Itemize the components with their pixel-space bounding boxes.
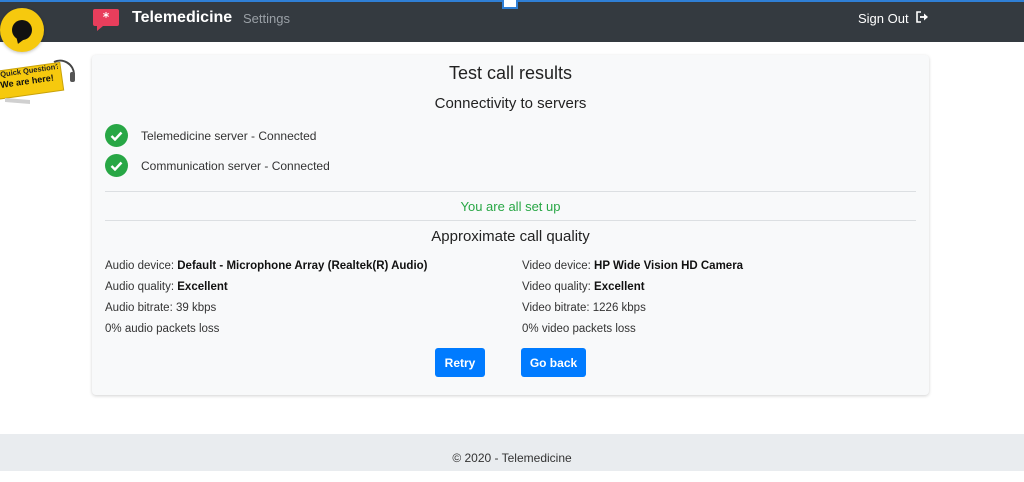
brand-name[interactable]: Telemedicine [132, 9, 232, 27]
video-device-label: Video device: [522, 260, 591, 272]
connectivity-title: Connectivity to servers [434, 95, 587, 112]
medical-chat-icon[interactable]: * [92, 8, 120, 32]
server-status-label: Telemedicine server - Connected [141, 128, 317, 143]
quick-question-banner[interactable]: Quick Question? We are here! [0, 56, 78, 116]
video-device-value: HP Wide Vision HD Camera [594, 260, 744, 272]
audio-device-label: Audio device: [105, 260, 175, 272]
divider [105, 191, 916, 192]
svg-text:*: * [103, 10, 110, 24]
call-quality-title: Approximate call quality [431, 228, 590, 245]
chat-bubble-icon [12, 20, 32, 40]
setup-status-message: You are all set up [460, 199, 561, 214]
server-status-row: Telemedicine server - Connected [105, 124, 316, 147]
audio-quality-value: Excellent [177, 281, 228, 293]
video-packet-loss: 0% video packets loss [522, 323, 636, 335]
divider [105, 220, 916, 221]
footer: © 2020 - Telemedicine [0, 434, 1024, 471]
signout-link[interactable]: Sign Out [858, 11, 929, 26]
test-results-card: Test call results Connectivity to server… [92, 55, 929, 395]
server-status-row: Communication server - Connected [105, 154, 330, 177]
window-handle [502, 0, 518, 9]
footer-copyright: © 2020 - Telemedicine [452, 451, 572, 465]
audio-packet-loss: 0% audio packets loss [105, 323, 220, 335]
sign-out-icon [915, 11, 929, 26]
audio-quality-label: Audio quality: [105, 281, 175, 293]
retry-button[interactable]: Retry [435, 348, 485, 377]
go-back-button[interactable]: Go back [521, 348, 586, 377]
signout-label: Sign Out [858, 11, 909, 26]
check-circle-icon [105, 154, 128, 177]
page-title: Test call results [448, 63, 573, 83]
audio-device-info: Audio device: Default - Microphone Array… [105, 260, 428, 272]
video-bitrate: Video bitrate: 1226 kbps [522, 302, 646, 314]
video-quality-label: Video quality: [522, 281, 591, 293]
chat-widget-button[interactable] [0, 8, 44, 52]
nav-link-settings[interactable]: Settings [243, 11, 290, 26]
video-quality-value: Excellent [594, 281, 645, 293]
audio-quality-info: Audio quality: Excellent [105, 281, 228, 293]
audio-bitrate: Audio bitrate: 39 kbps [105, 302, 217, 314]
video-quality-info: Video quality: Excellent [522, 281, 645, 293]
server-status-label: Communication server - Connected [141, 158, 330, 173]
check-circle-icon [105, 124, 128, 147]
audio-device-value: Default - Microphone Array (Realtek(R) A… [177, 260, 428, 272]
video-device-info: Video device: HP Wide Vision HD Camera [522, 260, 743, 272]
